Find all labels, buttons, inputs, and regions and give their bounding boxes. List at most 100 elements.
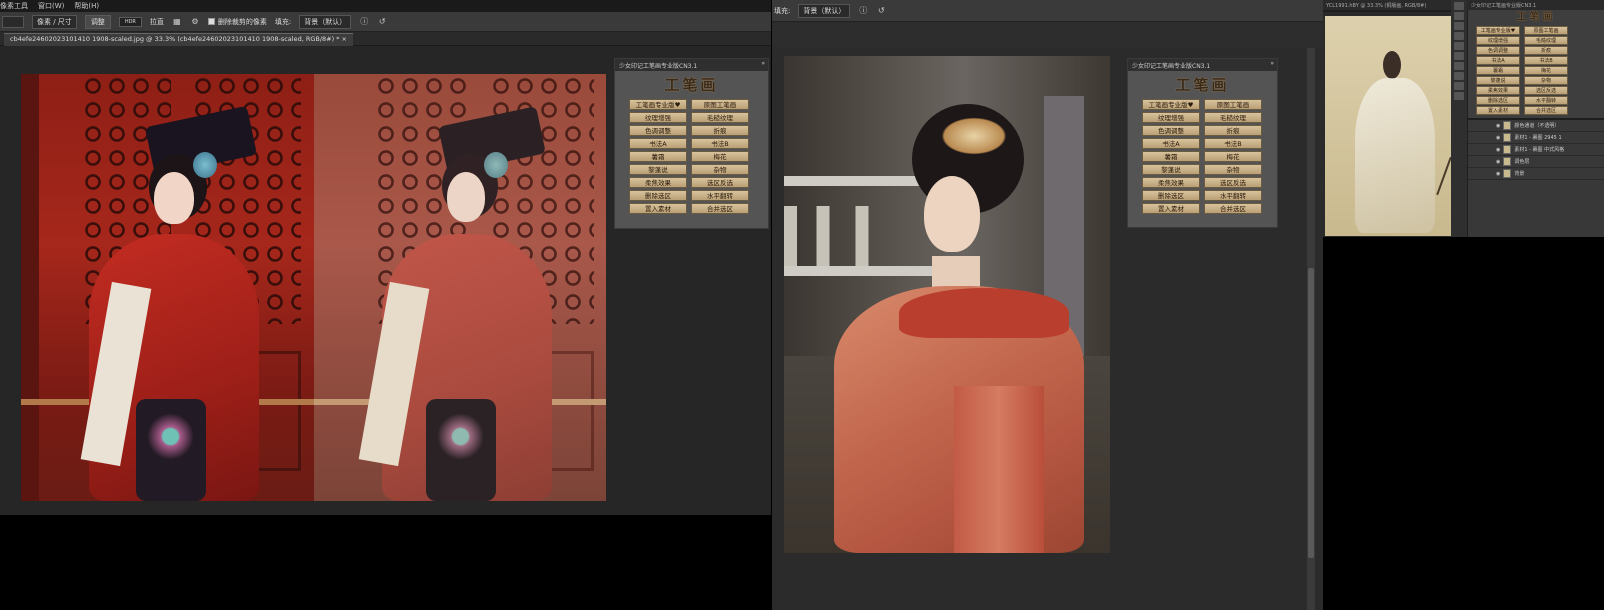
plugin-button[interactable]: 黎蓬说 bbox=[629, 164, 687, 175]
plugin-button[interactable]: 书法A bbox=[629, 138, 687, 149]
plugin-button[interactable]: 柔焦效果 bbox=[629, 177, 687, 188]
tool-button[interactable] bbox=[1454, 42, 1464, 50]
tool-button[interactable] bbox=[1454, 32, 1464, 40]
gear-icon[interactable]: ⚙ bbox=[190, 17, 200, 27]
layer-row[interactable]: ◉ 素材1 - 裹图 2945 1 bbox=[1468, 132, 1604, 144]
plugin-button[interactable]: 合并选区 bbox=[691, 203, 749, 214]
plugin-button[interactable]: 薯霜 bbox=[629, 151, 687, 162]
plugin-button[interactable]: 毛糙纹理 bbox=[1204, 112, 1262, 123]
layer-name: 素材1 - 裹图 中式风格 bbox=[1514, 147, 1565, 153]
size-select[interactable]: 像素 / 尺寸 bbox=[32, 14, 77, 29]
plugin-button[interactable]: 色调调整 bbox=[1476, 46, 1520, 55]
hdr-button[interactable]: HDR bbox=[118, 16, 142, 27]
plugin-button[interactable]: 梅花 bbox=[1524, 66, 1568, 75]
document-tab[interactable]: cb4efe24602023101410 1908-scaled.jpg @ 3… bbox=[4, 33, 353, 46]
info-icon[interactable]: ⓘ bbox=[858, 6, 868, 16]
sketch-head bbox=[1383, 51, 1401, 79]
tool-button[interactable] bbox=[1454, 82, 1464, 90]
plugin-button[interactable]: 柔焦效果 bbox=[1142, 177, 1200, 188]
eye-icon[interactable]: ◉ bbox=[1496, 135, 1500, 141]
eye-icon[interactable]: ◉ bbox=[1496, 159, 1500, 165]
plugin-button[interactable]: 书法B bbox=[1524, 56, 1568, 65]
plugin-button[interactable]: 色调调整 bbox=[629, 125, 687, 136]
plugin-button[interactable]: 黎蓬说 bbox=[1142, 164, 1200, 175]
plugin-button[interactable]: 薯霜 bbox=[1476, 66, 1520, 75]
tool-button[interactable] bbox=[1454, 12, 1464, 20]
layer-row[interactable]: ◉ 颜色通道（不透明） bbox=[1468, 120, 1604, 132]
collapse-icon[interactable]: » bbox=[761, 60, 765, 67]
tool-button[interactable] bbox=[1454, 52, 1464, 60]
plugin-button[interactable]: 柔焦效果 bbox=[1476, 86, 1520, 95]
plugin-button[interactable]: 梅花 bbox=[691, 151, 749, 162]
plugin-button[interactable]: 杂物 bbox=[1524, 76, 1568, 85]
fill-select[interactable]: 背景（默认） bbox=[299, 14, 352, 29]
plugin-button[interactable]: 折痕 bbox=[691, 125, 749, 136]
plugin-button[interactable]: 合并选区 bbox=[1524, 106, 1568, 115]
tool-button[interactable] bbox=[1454, 22, 1464, 30]
plugin-button[interactable]: 毛糙纹理 bbox=[691, 112, 749, 123]
plugin-button[interactable]: 水平翻转 bbox=[1524, 96, 1568, 105]
plugin-button[interactable]: 水平翻转 bbox=[1204, 190, 1262, 201]
plugin-button[interactable]: 梅花 bbox=[1204, 151, 1262, 162]
plugin-button[interactable]: 黎蓬说 bbox=[1476, 76, 1520, 85]
plugin-button[interactable]: 纹理增强 bbox=[629, 112, 687, 123]
scrollbar-thumb[interactable] bbox=[1308, 268, 1314, 558]
canvas-area[interactable] bbox=[1323, 12, 1458, 237]
grid-icon[interactable]: ▦ bbox=[172, 17, 182, 27]
reset-icon[interactable]: ↺ bbox=[377, 17, 387, 27]
menu-item-help[interactable]: 帮助(H) bbox=[74, 1, 99, 11]
plugin-button[interactable]: 置入素材 bbox=[629, 203, 687, 214]
layer-row[interactable]: ◉ 调色层 bbox=[1468, 156, 1604, 168]
plugin-button[interactable]: 置入素材 bbox=[1476, 106, 1520, 115]
plugin-button[interactable]: 杂物 bbox=[1204, 164, 1262, 175]
plugin-button[interactable]: 选区反选 bbox=[691, 177, 749, 188]
layer-name: 背景 bbox=[1514, 171, 1525, 177]
plugin-button[interactable]: 折痕 bbox=[1524, 46, 1568, 55]
tool-button[interactable] bbox=[1454, 62, 1464, 70]
eye-icon[interactable]: ◉ bbox=[1496, 147, 1500, 153]
plugin-button[interactable]: 纹理增强 bbox=[1476, 36, 1520, 45]
plugin-button[interactable]: 薯霜 bbox=[1142, 151, 1200, 162]
plugin-button[interactable]: 书法B bbox=[691, 138, 749, 149]
tool-button[interactable] bbox=[1454, 92, 1464, 100]
plugin-button[interactable]: 删除选区 bbox=[629, 190, 687, 201]
eye-icon[interactable]: ◉ bbox=[1496, 171, 1500, 177]
plugin-button[interactable]: 选区反选 bbox=[1204, 177, 1262, 188]
tool-preset-field[interactable] bbox=[2, 15, 24, 28]
vertical-scrollbar[interactable] bbox=[1307, 48, 1315, 610]
layer-row[interactable]: ◉ 素材1 - 裹图 中式风格 bbox=[1468, 144, 1604, 156]
menu-item-pixel-tool[interactable]: 像素工具 bbox=[0, 1, 28, 11]
plugin-button[interactable]: 毛糙纹理 bbox=[1524, 36, 1568, 45]
info-icon[interactable]: ⓘ bbox=[359, 17, 369, 27]
plugin-button[interactable]: 色调调整 bbox=[1142, 125, 1200, 136]
plugin-button[interactable]: 杂物 bbox=[691, 164, 749, 175]
plugin-button[interactable]: 工笔画专业版♥ bbox=[1476, 26, 1520, 35]
menu-item-window[interactable]: 窗口(W) bbox=[38, 1, 64, 11]
plugin-button[interactable]: 工笔画专业版♥ bbox=[629, 99, 687, 110]
plugin-button[interactable]: 书法B bbox=[1204, 138, 1262, 149]
plugin-button[interactable]: 原图工笔画 bbox=[1204, 99, 1262, 110]
plugin-button[interactable]: 选区反选 bbox=[1524, 86, 1568, 95]
fill-select[interactable]: 背景（默认） bbox=[798, 3, 851, 18]
collapse-icon[interactable]: » bbox=[1270, 60, 1274, 67]
delete-crop-checkbox[interactable]: 删除裁剪的像素 bbox=[207, 17, 267, 27]
tool-button[interactable] bbox=[1454, 72, 1464, 80]
plugin-button[interactable]: 纹理增强 bbox=[1142, 112, 1200, 123]
adjust-button[interactable]: 调整 bbox=[84, 14, 111, 29]
straighten-button[interactable]: 拉直 bbox=[150, 17, 164, 27]
plugin-button[interactable]: 书法A bbox=[1476, 56, 1520, 65]
plugin-button[interactable]: 原图工笔画 bbox=[1524, 26, 1568, 35]
plugin-button[interactable]: 折痕 bbox=[1204, 125, 1262, 136]
eye-icon[interactable]: ◉ bbox=[1496, 123, 1500, 129]
plugin-button[interactable]: 原图工笔画 bbox=[691, 99, 749, 110]
plugin-button[interactable]: 删除选区 bbox=[1476, 96, 1520, 105]
plugin-button[interactable]: 书法A bbox=[1142, 138, 1200, 149]
layer-row[interactable]: ◉ 背景 bbox=[1468, 168, 1604, 180]
plugin-button[interactable]: 合并选区 bbox=[1204, 203, 1262, 214]
plugin-button[interactable]: 工笔画专业版♥ bbox=[1142, 99, 1200, 110]
reset-icon[interactable]: ↺ bbox=[876, 6, 886, 16]
plugin-button[interactable]: 水平翻转 bbox=[691, 190, 749, 201]
plugin-button[interactable]: 删除选区 bbox=[1142, 190, 1200, 201]
plugin-button[interactable]: 置入素材 bbox=[1142, 203, 1200, 214]
tool-button[interactable] bbox=[1454, 2, 1464, 10]
